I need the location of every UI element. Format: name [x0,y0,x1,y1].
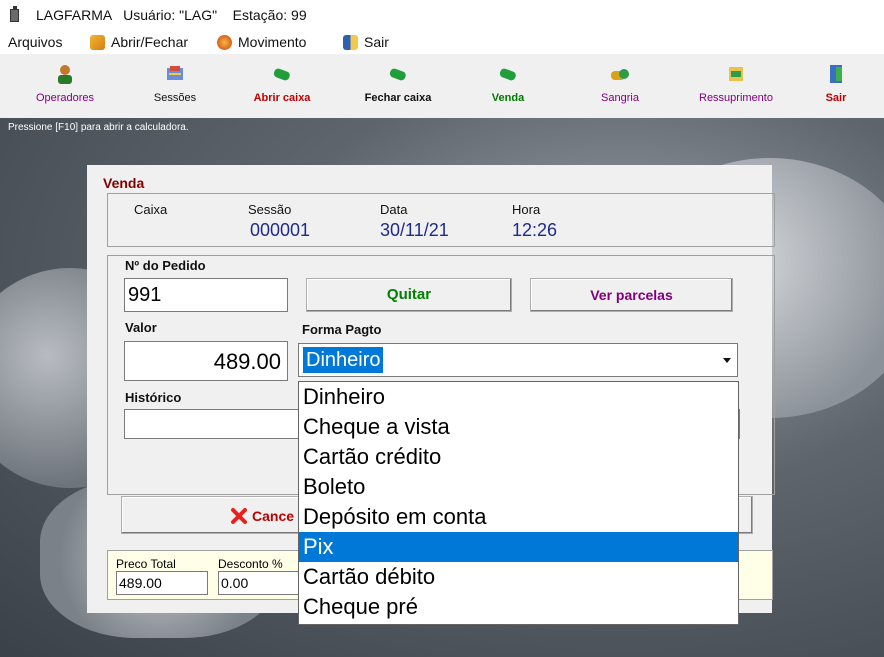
sangria-button[interactable]: Sangria [572,54,668,116]
quitar-button[interactable]: Quitar [306,278,512,312]
toolbar-label: Ressuprimento [699,92,773,104]
dropdown-option-selected[interactable]: Pix [299,532,738,562]
menu-label: Arquivos [8,34,63,50]
cash-icon [499,68,516,81]
menu-label: Abrir/Fechar [111,34,189,50]
toolbar-label: Sessões [153,92,197,104]
ver-parcelas-label: Ver parcelas [590,287,673,303]
valor-value: 489.00 [213,349,281,374]
forma-pagto-selected: Dinheiro [303,347,384,373]
menu-sair[interactable]: Sair [343,32,389,52]
sessao-label: Sessão [248,202,292,217]
preco-total-value: 489.00 [119,575,162,591]
dropdown-option[interactable]: Cheque a vista [299,412,738,442]
operators-icon [58,65,72,84]
dropdown-option[interactable]: Boleto [299,472,738,502]
data-value: 30/11/21 [380,220,449,240]
toolbar: Operadores Sessões Abrir caixa Fechar ca… [0,54,884,119]
valor-label: Valor [125,320,157,335]
desconto-label: Desconto % [218,557,283,571]
app-icon [10,6,19,22]
window-title: LAGFARMA Usuário: "LAG" Estação: 99 [36,7,307,23]
valor-input[interactable]: 489.00 [124,341,288,381]
dropdown-option[interactable]: Cheque pré [299,592,738,622]
operadores-button[interactable]: Operadores [17,54,113,116]
toolbar-label: Venda [491,92,525,104]
toolbar-label: Sair [825,92,847,104]
chevron-down-icon[interactable] [723,358,731,363]
cancel-label: Cance [252,508,295,524]
sair-button[interactable]: Sair [788,54,884,116]
venda-button[interactable]: Venda [460,54,556,116]
title-bar: LAGFARMA Usuário: "LAG" Estação: 99 [0,0,884,30]
toolbar-label: Fechar caixa [364,92,432,104]
menu-bar: Arquivos Abrir/Fechar Movimento Sair [0,30,884,54]
preco-total-label: Preco Total [116,557,176,571]
historico-label: Histórico [125,390,182,405]
hora-value: 12:26 [512,220,558,240]
menu-movimento[interactable]: Movimento [217,32,306,52]
dropdown-option[interactable]: Cartão crédito [299,442,738,472]
session-info: Caixa Sessão 000001 Data 30/11/21 Hora 1… [107,193,775,247]
menu-arquivos[interactable]: Arquivos [8,32,62,52]
ver-parcelas-button[interactable]: Ver parcelas [530,278,733,312]
pedido-label: Nº do Pedido [125,258,206,273]
cancel-x-icon [231,508,247,524]
forma-pagto-label: Forma Pagto [302,322,382,337]
withdrawal-icon [611,69,629,80]
menu-abrir-fechar[interactable]: Abrir/Fechar [90,32,188,52]
dropdown-option[interactable]: Dinheiro [299,382,738,412]
menu-label: Movimento [238,34,307,50]
abrir-caixa-button[interactable]: Abrir caixa [234,54,330,116]
data-label: Data [380,202,408,217]
exit-icon [343,35,358,50]
quitar-label: Quitar [386,286,432,303]
ressuprimento-button[interactable]: Ressuprimento [688,54,784,116]
toolbar-label: Abrir caixa [253,92,311,104]
sessoes-button[interactable]: Sessões [127,54,223,116]
sessao-value: 000001 [250,220,311,240]
caixa-label: Caixa [134,202,168,217]
desconto-input[interactable]: 0.00 [218,571,308,595]
hora-label: Hora [512,202,541,217]
resupply-icon [729,67,743,81]
cash-icon [389,68,406,81]
desconto-value: 0.00 [221,575,249,591]
preco-total-input[interactable]: 489.00 [116,571,208,595]
dropdown-option[interactable]: Cartão débito [299,562,738,592]
dropdown-option[interactable]: Depósito em conta [299,502,738,532]
forma-pagto-dropdown: Dinheiro Cheque a vista Cartão crédito B… [298,381,739,625]
menu-label: Sair [364,34,389,50]
forma-pagto-select[interactable]: Dinheiro [298,343,738,377]
cash-icon [273,68,290,81]
toolbar-label: Operadores [35,92,95,104]
pedido-value: 991 [128,284,162,306]
pedido-input[interactable]: 991 [124,278,288,312]
sessions-icon [167,66,183,80]
movement-icon [217,35,232,50]
toolbar-label: Sangria [601,92,639,104]
door-exit-icon [830,65,842,83]
calculator-hint: Pressione [F10] para abrir a calculadora… [8,122,189,133]
open-close-icon [90,35,105,50]
dialog-title: Venda [103,175,145,191]
fechar-caixa-button[interactable]: Fechar caixa [350,54,446,116]
